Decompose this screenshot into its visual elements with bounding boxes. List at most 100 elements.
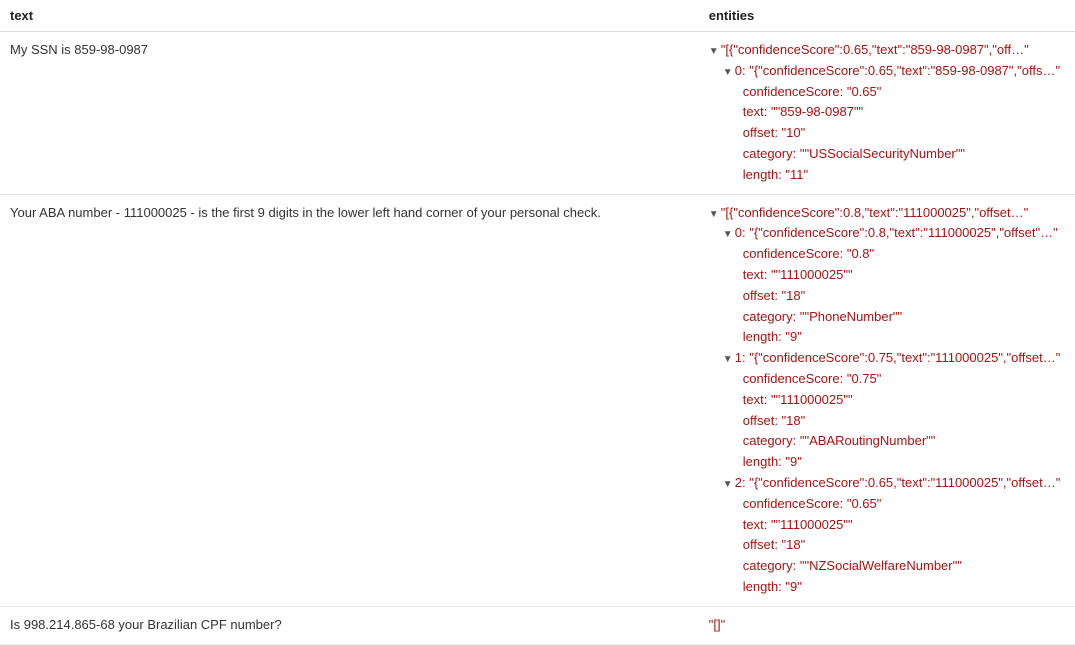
json-value: "0.75" xyxy=(847,371,882,386)
json-value: ""USSocialSecurityNumber"" xyxy=(800,146,965,161)
cell-text: My SSN is 859-98-0987 xyxy=(0,32,699,195)
cell-entities: "[]" xyxy=(699,606,1075,644)
col-header-entities: entities xyxy=(699,0,1075,32)
json-tree-node: category: ""USSocialSecurityNumber"" xyxy=(709,144,1065,165)
json-value: ""PhoneNumber"" xyxy=(800,309,902,324)
json-tree-node[interactable]: ▼"[{"confidenceScore":0.8,"text":"111000… xyxy=(709,203,1065,224)
json-tree-node: confidenceScore: "0.75" xyxy=(709,369,1065,390)
table-row: Is 998.214.865-68 your Brazilian CPF num… xyxy=(0,606,1075,644)
json-tree-node: length: "11" xyxy=(709,165,1065,186)
json-tree-node: offset: "18" xyxy=(709,411,1065,432)
json-tree-node: offset: "10" xyxy=(709,123,1065,144)
json-tree-node: length: "9" xyxy=(709,452,1065,473)
json-summary: "[{"confidenceScore":0.65,"text":"859-98… xyxy=(721,42,1029,57)
json-tree-node[interactable]: ▼2: "{"confidenceScore":0.65,"text":"111… xyxy=(709,473,1065,494)
caret-down-icon[interactable]: ▼ xyxy=(709,207,719,223)
json-tree-node: offset: "18" xyxy=(709,535,1065,556)
json-sep: : xyxy=(764,392,771,407)
json-sep: : xyxy=(840,496,847,511)
json-summary: "[{"confidenceScore":0.8,"text":"1110000… xyxy=(721,205,1029,220)
json-key: confidenceScore xyxy=(743,84,840,99)
json-summary: "{"confidenceScore":0.65,"text":"1110000… xyxy=(749,475,1060,490)
json-key: length xyxy=(743,454,778,469)
json-key: offset xyxy=(743,288,775,303)
json-tree-node: length: "9" xyxy=(709,327,1065,348)
json-value: ""111000025"" xyxy=(771,517,853,532)
json-tree-node: length: "9" xyxy=(709,577,1065,598)
json-tree-node: text: ""111000025"" xyxy=(709,515,1065,536)
json-key: length xyxy=(743,329,778,344)
json-key: text xyxy=(743,267,764,282)
json-value: ""111000025"" xyxy=(771,267,853,282)
json-tree-node[interactable]: ▼"[{"confidenceScore":0.65,"text":"859-9… xyxy=(709,40,1065,61)
table-row: My SSN is 859-98-0987▼"[{"confidenceScor… xyxy=(0,32,1075,195)
json-summary: "{"confidenceScore":0.65,"text":"859-98-… xyxy=(749,63,1060,78)
json-summary: "{"confidenceScore":0.8,"text":"11100002… xyxy=(749,225,1058,240)
results-table: text entities My SSN is 859-98-0987▼"[{"… xyxy=(0,0,1075,645)
json-key: category xyxy=(743,433,793,448)
json-sep: : xyxy=(793,309,800,324)
json-tree-node: text: ""859-98-0987"" xyxy=(709,102,1065,123)
json-value: "18" xyxy=(782,537,806,552)
json-tree-node: category: ""PhoneNumber"" xyxy=(709,307,1065,328)
json-sep: : xyxy=(778,579,785,594)
json-tree-node[interactable]: ▼0: "{"confidenceScore":0.8,"text":"1110… xyxy=(709,223,1065,244)
json-tree-node[interactable]: ▼0: "{"confidenceScore":0.65,"text":"859… xyxy=(709,61,1065,82)
table-header-row: text entities xyxy=(0,0,1075,32)
json-sep: : xyxy=(764,517,771,532)
json-tree-node: text: ""111000025"" xyxy=(709,390,1065,411)
json-key: length xyxy=(743,167,778,182)
json-sep: : xyxy=(793,146,800,161)
json-key: 0 xyxy=(735,63,742,78)
json-value: "0.65" xyxy=(847,496,882,511)
json-sep: : xyxy=(774,125,781,140)
json-value: "10" xyxy=(782,125,806,140)
json-sep: : xyxy=(764,104,771,119)
json-key: confidenceScore xyxy=(743,371,840,386)
json-sep: : xyxy=(774,413,781,428)
json-value: ""ABARoutingNumber"" xyxy=(800,433,936,448)
json-key: category xyxy=(743,558,793,573)
caret-down-icon[interactable]: ▼ xyxy=(723,65,733,81)
json-value: ""111000025"" xyxy=(771,392,853,407)
json-tree-node[interactable]: ▼1: "{"confidenceScore":0.75,"text":"111… xyxy=(709,348,1065,369)
json-tree-node: text: ""111000025"" xyxy=(709,265,1065,286)
json-value: "18" xyxy=(782,413,806,428)
json-sep: : xyxy=(793,433,800,448)
json-value: "9" xyxy=(785,329,801,344)
table-row: Your ABA number - 111000025 - is the fir… xyxy=(0,194,1075,606)
json-value: "0.8" xyxy=(847,246,874,261)
json-key: offset xyxy=(743,413,775,428)
json-value: ""859-98-0987"" xyxy=(771,104,863,119)
json-key: confidenceScore xyxy=(743,496,840,511)
cell-entities: ▼"[{"confidenceScore":0.8,"text":"111000… xyxy=(699,194,1075,606)
json-raw: "[]" xyxy=(709,617,725,632)
caret-down-icon[interactable]: ▼ xyxy=(723,227,733,243)
json-sep: : xyxy=(774,537,781,552)
json-tree-node: confidenceScore: "0.65" xyxy=(709,494,1065,515)
json-sep: : xyxy=(840,371,847,386)
json-sep: : xyxy=(793,558,800,573)
json-key: category xyxy=(743,146,793,161)
json-tree-node: confidenceScore: "0.8" xyxy=(709,244,1065,265)
json-tree-node: offset: "18" xyxy=(709,286,1065,307)
json-key: text xyxy=(743,392,764,407)
json-key: 0 xyxy=(735,225,742,240)
json-sep: : xyxy=(840,84,847,99)
caret-down-icon[interactable]: ▼ xyxy=(723,352,733,368)
json-key: 2 xyxy=(735,475,742,490)
json-sep: : xyxy=(774,288,781,303)
json-key: category xyxy=(743,309,793,324)
caret-down-icon[interactable]: ▼ xyxy=(723,477,733,493)
json-key: 1 xyxy=(735,350,742,365)
json-value: "18" xyxy=(782,288,806,303)
json-value: "11" xyxy=(785,167,808,182)
caret-down-icon[interactable]: ▼ xyxy=(709,44,719,60)
col-header-text: text xyxy=(0,0,699,32)
json-key: offset xyxy=(743,537,775,552)
cell-text: Is 998.214.865-68 your Brazilian CPF num… xyxy=(0,606,699,644)
json-tree-node: confidenceScore: "0.65" xyxy=(709,82,1065,103)
json-key: length xyxy=(743,579,778,594)
json-value: "0.65" xyxy=(847,84,882,99)
json-sep: : xyxy=(764,267,771,282)
